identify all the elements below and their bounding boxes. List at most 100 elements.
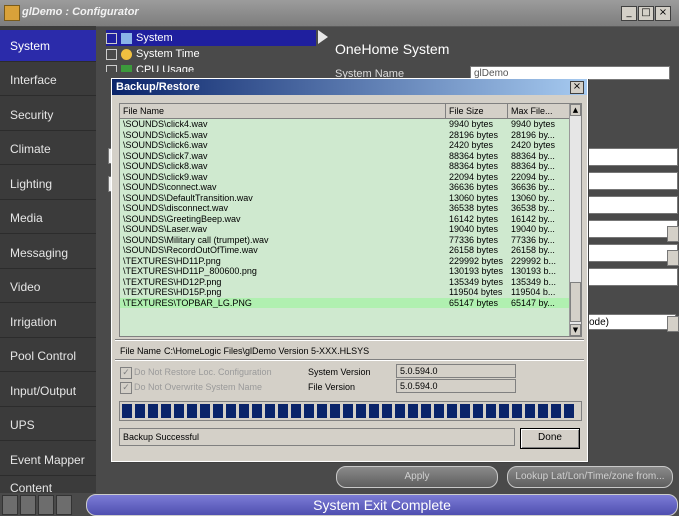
max-file-cell: 36538 by...: [511, 203, 555, 213]
progress-block: [226, 404, 236, 418]
tree-checkbox[interactable]: [106, 32, 117, 44]
col-header-max-file[interactable]: Max File...: [508, 104, 570, 118]
file-size-cell: 16142 bytes: [449, 213, 499, 224]
progress-block: [161, 404, 171, 418]
file-size-cell: 13060 bytes: [449, 192, 499, 203]
list-item[interactable]: \TEXTURES\HD15P.png 119504 bytes 119504 b.…: [120, 287, 570, 298]
maximize-button[interactable]: □: [638, 6, 654, 21]
expand-arrow-icon[interactable]: [318, 30, 328, 44]
bg-scroll-button[interactable]: [667, 226, 679, 242]
scroll-up-icon[interactable]: ▲: [570, 104, 581, 116]
progress-block: [200, 404, 210, 418]
file-size-cell: 22094 bytes: [449, 171, 499, 182]
bg-input[interactable]: [586, 268, 678, 286]
tree-checkbox[interactable]: [106, 48, 117, 60]
clock-icon: [121, 48, 132, 60]
sidebar-item-climate[interactable]: Climate: [0, 133, 96, 165]
file-name-cell: \TEXTURES\HD11P.png: [123, 255, 221, 266]
mode-select[interactable]: ode): [586, 314, 676, 330]
file-size-cell: 88364 bytes: [449, 150, 499, 161]
max-file-cell: 65147 by...: [511, 297, 555, 308]
apply-button[interactable]: Apply: [336, 466, 498, 488]
file-name-cell: \TEXTURES\TOPBAR_LG.PNG: [123, 297, 252, 308]
list-item[interactable]: \SOUNDS\Laser.wav 19040 bytes 19040 by...: [120, 224, 570, 235]
window-controls: _ □ ×: [621, 6, 671, 21]
max-file-cell: 26158 by...: [511, 245, 555, 255]
bg-scroll-button[interactable]: [667, 250, 679, 266]
list-item[interactable]: \SOUNDS\click9.wav 22094 bytes 22094 by...: [120, 172, 570, 183]
file-size-cell: 36538 bytes: [449, 203, 499, 213]
progress-block: [122, 404, 132, 418]
status-segment: [2, 495, 18, 515]
minimize-button[interactable]: _: [621, 6, 637, 21]
list-item[interactable]: \SOUNDS\connect.wav 36636 bytes 36636 by..…: [120, 182, 570, 193]
list-item[interactable]: \SOUNDS\GreetingBeep.wav 16142 bytes 16142…: [120, 214, 570, 225]
list-item[interactable]: \SOUNDS\Military call (trumpet).wav 77336…: [120, 235, 570, 246]
list-item[interactable]: \TEXTURES\HD11P_800600.png 130193 bytes 13…: [120, 266, 570, 277]
list-item[interactable]: \SOUNDS\click8.wav 88364 bytes 88364 by...: [120, 161, 570, 172]
sidebar-item-security[interactable]: Security: [0, 99, 96, 131]
max-file-cell: 36636 by...: [511, 182, 555, 192]
list-item[interactable]: \SOUNDS\click5.wav 28196 bytes 28196 by...: [120, 130, 570, 141]
restore-loc-checkbox[interactable]: ✓: [120, 367, 132, 379]
file-name-cell: \TEXTURES\HD12P.png: [123, 276, 222, 287]
bg-input[interactable]: [586, 220, 678, 238]
restore-loc-label: Do Not Restore Loc. Configuration: [134, 367, 272, 377]
tree-item-system-time[interactable]: System Time: [106, 46, 200, 62]
list-item[interactable]: \SOUNDS\click7.wav 88364 bytes 88364 by...: [120, 151, 570, 162]
list-item[interactable]: \SOUNDS\disconnect.wav 36538 bytes 36538 b…: [120, 203, 570, 214]
sidebar-item-event-mapper[interactable]: Event Mapper: [0, 444, 96, 476]
tree-item-cpu-usage[interactable]: CPU Usage: [106, 62, 194, 72]
bg-input[interactable]: [586, 196, 678, 214]
sidebar-item-video[interactable]: Video: [0, 271, 96, 303]
file-size-cell: 119504 bytes: [449, 287, 503, 297]
max-file-cell: 16142 by...: [511, 213, 555, 224]
list-item[interactable]: \SOUNDS\DefaultTransition.wav 13060 bytes…: [120, 193, 570, 204]
file-size-cell: 36636 bytes: [449, 182, 499, 192]
col-header-file-size[interactable]: File Size: [446, 104, 508, 118]
list-item[interactable]: \SOUNDS\click4.wav 9940 bytes 9940 bytes: [120, 119, 570, 130]
sidebar-item-media[interactable]: Media: [0, 202, 96, 234]
sidebar-item-messaging[interactable]: Messaging: [0, 237, 96, 269]
sidebar-item-lighting[interactable]: Lighting: [0, 168, 96, 200]
col-header-file-name[interactable]: File Name: [120, 104, 446, 118]
bg-input[interactable]: [586, 148, 678, 166]
sidebar-item-interface[interactable]: Interface: [0, 64, 96, 96]
progress-block: [291, 404, 301, 418]
status-message: System Exit Complete: [86, 494, 678, 516]
file-list[interactable]: File Name File Size Max File... \SOUNDS\…: [119, 103, 582, 337]
overwrite-name-checkbox[interactable]: ✓: [120, 382, 132, 394]
list-item[interactable]: \SOUNDS\RecordOutOfTime.wav 26158 bytes 26…: [120, 245, 570, 256]
list-item[interactable]: \TEXTURES\HD11P.png 229992 bytes 229992 b.…: [120, 256, 570, 267]
max-file-cell: 13060 by...: [511, 192, 555, 203]
bg-input[interactable]: [586, 244, 678, 262]
scroll-thumb[interactable]: [570, 282, 581, 322]
progress-block: [538, 404, 548, 418]
list-item[interactable]: \SOUNDS\click6.wav 2420 bytes 2420 bytes: [120, 140, 570, 151]
tree-item-system[interactable]: System: [106, 30, 316, 46]
list-item[interactable]: \TEXTURES\TOPBAR_LG.PNG 65147 bytes 65147 …: [120, 297, 570, 308]
dialog-close-button[interactable]: ×: [570, 81, 584, 94]
sidebar-item-irrigation[interactable]: Irrigation: [0, 306, 96, 338]
close-window-button[interactable]: ×: [655, 6, 671, 21]
progress-block: [564, 404, 574, 418]
bg-input[interactable]: [586, 172, 678, 190]
progress-block: [473, 404, 483, 418]
tree-checkbox[interactable]: [106, 64, 117, 72]
lookup-button[interactable]: Lookup Lat/Lon/Time/zone from...: [507, 466, 673, 488]
scroll-down-icon[interactable]: ▼: [570, 324, 581, 336]
sidebar-item-ups[interactable]: UPS: [0, 409, 96, 441]
list-scrollbar[interactable]: ▲ ▼: [569, 104, 581, 336]
sidebar-item-input-output[interactable]: Input/Output: [0, 375, 96, 407]
list-item[interactable]: \TEXTURES\HD12P.png 135349 bytes 135349 b.…: [120, 277, 570, 288]
sidebar-item-pool-control[interactable]: Pool Control: [0, 340, 96, 372]
progress-block: [512, 404, 522, 418]
max-file-cell: 9940 bytes: [511, 119, 556, 129]
progress-block: [174, 404, 184, 418]
progress-block: [187, 404, 197, 418]
max-file-cell: 88364 by...: [511, 150, 555, 161]
bg-scroll-button[interactable]: [667, 316, 679, 332]
progress-block: [486, 404, 496, 418]
sidebar-item-system[interactable]: System: [0, 30, 96, 62]
done-button[interactable]: Done: [520, 428, 580, 449]
